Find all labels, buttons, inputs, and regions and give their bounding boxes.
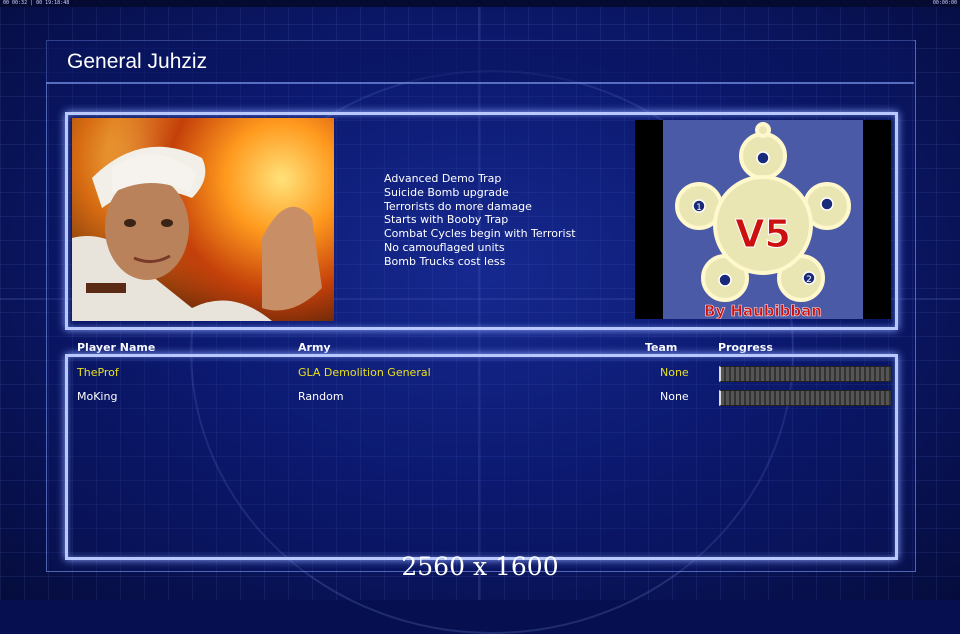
col-header-progress: Progress <box>718 341 773 354</box>
top-status-left: 00 00:32 | 00 19:18:48 <box>3 0 70 6</box>
players-panel <box>65 354 898 560</box>
player-team: None <box>660 390 689 403</box>
player-progress-bar <box>719 366 892 382</box>
player-team: None <box>660 366 689 379</box>
col-header-army: Army <box>298 341 331 354</box>
feature-item: No camouflaged units <box>384 240 505 254</box>
player-progress-bar <box>719 390 892 406</box>
feature-item: Bomb Trucks cost less <box>384 254 506 268</box>
player-army: Random <box>298 390 344 403</box>
portrait-image <box>72 146 322 321</box>
general-name: General Juhziz <box>67 50 208 73</box>
resolution-label: 2560 x 1600 <box>401 552 559 581</box>
feature-item: Terrorists do more damage <box>384 199 532 213</box>
feature-item: Suicide Bomb upgrade <box>384 185 509 199</box>
feature-item: Advanced Demo Trap <box>384 172 502 185</box>
top-status-bar: 00 00:32 | 00 19:18:48 00:00:00 <box>0 0 960 7</box>
feature-item: Starts with Booby Trap <box>384 213 509 227</box>
map-credit: By Haubibban <box>704 302 822 319</box>
map-preview: 1 2 V5 By Haubibban <box>635 120 891 320</box>
feature-item: Combat Cycles begin with Terrorist <box>384 227 576 241</box>
general-portrait <box>72 118 334 321</box>
col-header-team: Team <box>645 341 678 354</box>
col-header-player: Player Name <box>77 341 156 354</box>
map-title: V5 <box>735 212 791 256</box>
player-name: TheProf <box>77 366 119 379</box>
player-army: GLA Demolition General <box>298 366 431 379</box>
map-image: 1 2 V5 By Haubibban <box>663 120 863 320</box>
top-status-right: 00:00:00 <box>932 0 957 6</box>
general-features-list: Advanced Demo Trap Suicide Bomb upgrade … <box>384 172 576 269</box>
player-name: MoKing <box>77 390 118 403</box>
map-start-label: 1 <box>696 203 702 213</box>
map-start-label: 2 <box>806 275 812 285</box>
